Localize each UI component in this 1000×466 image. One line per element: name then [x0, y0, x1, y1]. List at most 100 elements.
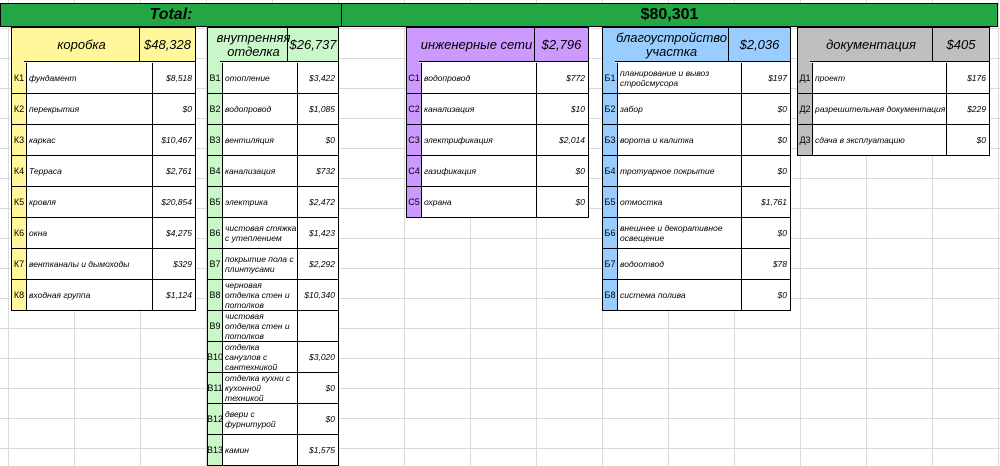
- category-name[interactable]: внутренняя отделка: [217, 28, 291, 61]
- row-code-cell[interactable]: К5: [12, 187, 27, 217]
- row-label-cell[interactable]: тротуарное покрытие: [618, 156, 741, 186]
- row-code-cell[interactable]: В1: [208, 63, 223, 93]
- row-label-cell[interactable]: газификация: [422, 156, 536, 186]
- row-value-cell[interactable]: $0: [741, 94, 790, 124]
- row-label-cell[interactable]: черновая отделка стен и потолков: [223, 280, 297, 310]
- row-value-cell[interactable]: $2,014: [536, 125, 588, 155]
- row-label-cell[interactable]: Терраса: [27, 156, 152, 186]
- row-label-cell[interactable]: входная группа: [27, 280, 152, 310]
- row-value-cell[interactable]: $1,761: [741, 187, 790, 217]
- row-value-cell[interactable]: $3,020: [297, 342, 338, 372]
- row-value-cell[interactable]: $0: [536, 156, 588, 186]
- row-value-cell[interactable]: $2,761: [152, 156, 195, 186]
- row-code-cell[interactable]: К1: [12, 63, 27, 93]
- row-code-cell[interactable]: Б1: [603, 63, 618, 93]
- row-value-cell[interactable]: $1,124: [152, 280, 195, 310]
- row-label-cell[interactable]: канализация: [223, 156, 297, 186]
- row-code-cell[interactable]: В10: [207, 342, 223, 372]
- row-code-cell[interactable]: К2: [12, 94, 27, 124]
- category-total[interactable]: $48,328: [139, 28, 195, 61]
- row-value-cell[interactable]: $197: [741, 63, 790, 93]
- row-label-cell[interactable]: кровля: [27, 187, 152, 217]
- row-code-cell[interactable]: Б2: [603, 94, 618, 124]
- row-value-cell[interactable]: $78: [741, 249, 790, 279]
- row-label-cell[interactable]: планирование и вывоз стройсмусора: [618, 63, 741, 93]
- row-value-cell[interactable]: $772: [536, 63, 588, 93]
- row-code-cell[interactable]: Д3: [798, 125, 813, 155]
- row-label-cell[interactable]: чистовая отделка стен и потолков: [223, 311, 297, 341]
- row-value-cell[interactable]: $2,472: [297, 187, 338, 217]
- row-label-cell[interactable]: охрана: [422, 187, 536, 217]
- row-label-cell[interactable]: водопровод: [422, 63, 536, 93]
- row-label-cell[interactable]: проект: [813, 63, 946, 93]
- row-value-cell[interactable]: $8,518: [152, 63, 195, 93]
- category-total[interactable]: $26,737: [287, 28, 338, 61]
- row-label-cell[interactable]: отмостка: [618, 187, 741, 217]
- row-value-cell[interactable]: $1,085: [297, 94, 338, 124]
- row-label-cell[interactable]: вентканалы и дымоходы: [27, 249, 152, 279]
- row-value-cell[interactable]: $10,340: [297, 280, 338, 310]
- row-code-cell[interactable]: С3: [407, 125, 422, 155]
- row-label-cell[interactable]: отопление: [223, 63, 297, 93]
- row-label-cell[interactable]: каркас: [27, 125, 152, 155]
- row-label-cell[interactable]: фундамент: [27, 63, 152, 93]
- category-name[interactable]: коробка: [24, 28, 139, 61]
- row-label-cell[interactable]: покрытие пола с плинтусами: [223, 249, 297, 279]
- row-value-cell[interactable]: $0: [741, 280, 790, 310]
- row-value-cell[interactable]: $10: [536, 94, 588, 124]
- row-label-cell[interactable]: система полива: [618, 280, 741, 310]
- row-label-cell[interactable]: камин: [223, 435, 297, 465]
- row-code-cell[interactable]: С1: [407, 63, 422, 93]
- row-code-cell[interactable]: С2: [407, 94, 422, 124]
- row-label-cell[interactable]: отделка санузлов с сантехникой: [223, 342, 297, 372]
- row-label-cell[interactable]: окна: [27, 218, 152, 248]
- row-code-cell[interactable]: К4: [12, 156, 27, 186]
- row-value-cell[interactable]: $0: [741, 156, 790, 186]
- row-code-cell[interactable]: С5: [407, 187, 422, 217]
- row-code-cell[interactable]: В5: [208, 187, 223, 217]
- row-value-cell[interactable]: $0: [536, 187, 588, 217]
- row-code-cell[interactable]: В4: [208, 156, 223, 186]
- row-label-cell[interactable]: чистовая стяжка с утеплением: [223, 218, 297, 248]
- row-code-cell[interactable]: В2: [208, 94, 223, 124]
- row-value-cell[interactable]: $0: [741, 125, 790, 155]
- row-code-cell[interactable]: Б4: [603, 156, 618, 186]
- row-value-cell[interactable]: $732: [297, 156, 338, 186]
- grand-total-value[interactable]: $80,301: [342, 4, 997, 26]
- total-label[interactable]: Total:: [1, 4, 341, 26]
- row-code-cell[interactable]: В9: [208, 311, 223, 341]
- row-value-cell[interactable]: $0: [297, 404, 338, 434]
- row-code-cell[interactable]: В7: [208, 249, 223, 279]
- row-code-cell[interactable]: Б5: [603, 187, 618, 217]
- row-code-cell[interactable]: К8: [12, 280, 27, 310]
- row-code-cell[interactable]: Б6: [603, 218, 618, 248]
- category-name[interactable]: инженерные сети: [419, 28, 534, 61]
- row-code-cell[interactable]: К7: [12, 249, 27, 279]
- row-code-cell[interactable]: В8: [208, 280, 223, 310]
- row-value-cell[interactable]: $329: [152, 249, 195, 279]
- row-code-cell[interactable]: В12: [207, 404, 223, 434]
- row-code-cell[interactable]: В11: [207, 373, 223, 403]
- row-code-cell[interactable]: К3: [12, 125, 27, 155]
- row-label-cell[interactable]: вентиляция: [223, 125, 297, 155]
- row-label-cell[interactable]: забор: [618, 94, 741, 124]
- row-value-cell[interactable]: $1,575: [297, 435, 338, 465]
- row-code-cell[interactable]: К6: [12, 218, 27, 248]
- row-value-cell[interactable]: $176: [946, 63, 989, 93]
- row-code-cell[interactable]: В13: [207, 435, 223, 465]
- row-label-cell[interactable]: электрификация: [422, 125, 536, 155]
- row-label-cell[interactable]: внешнее и декоративное освещение: [618, 218, 741, 248]
- row-code-cell[interactable]: В3: [208, 125, 223, 155]
- category-total[interactable]: $2,796: [534, 28, 588, 61]
- row-value-cell[interactable]: $0: [297, 125, 338, 155]
- row-value-cell[interactable]: $0: [297, 373, 338, 403]
- row-code-cell[interactable]: С4: [407, 156, 422, 186]
- row-value-cell[interactable]: $0: [741, 218, 790, 248]
- row-value-cell[interactable]: $0: [946, 125, 989, 155]
- category-total[interactable]: $2,036: [728, 28, 790, 61]
- category-name[interactable]: благоустройство участка: [615, 28, 728, 61]
- row-label-cell[interactable]: ворота и калитка: [618, 125, 741, 155]
- row-label-cell[interactable]: водоотвод: [618, 249, 741, 279]
- category-name[interactable]: документация: [810, 28, 932, 61]
- row-code-cell[interactable]: Д1: [798, 63, 813, 93]
